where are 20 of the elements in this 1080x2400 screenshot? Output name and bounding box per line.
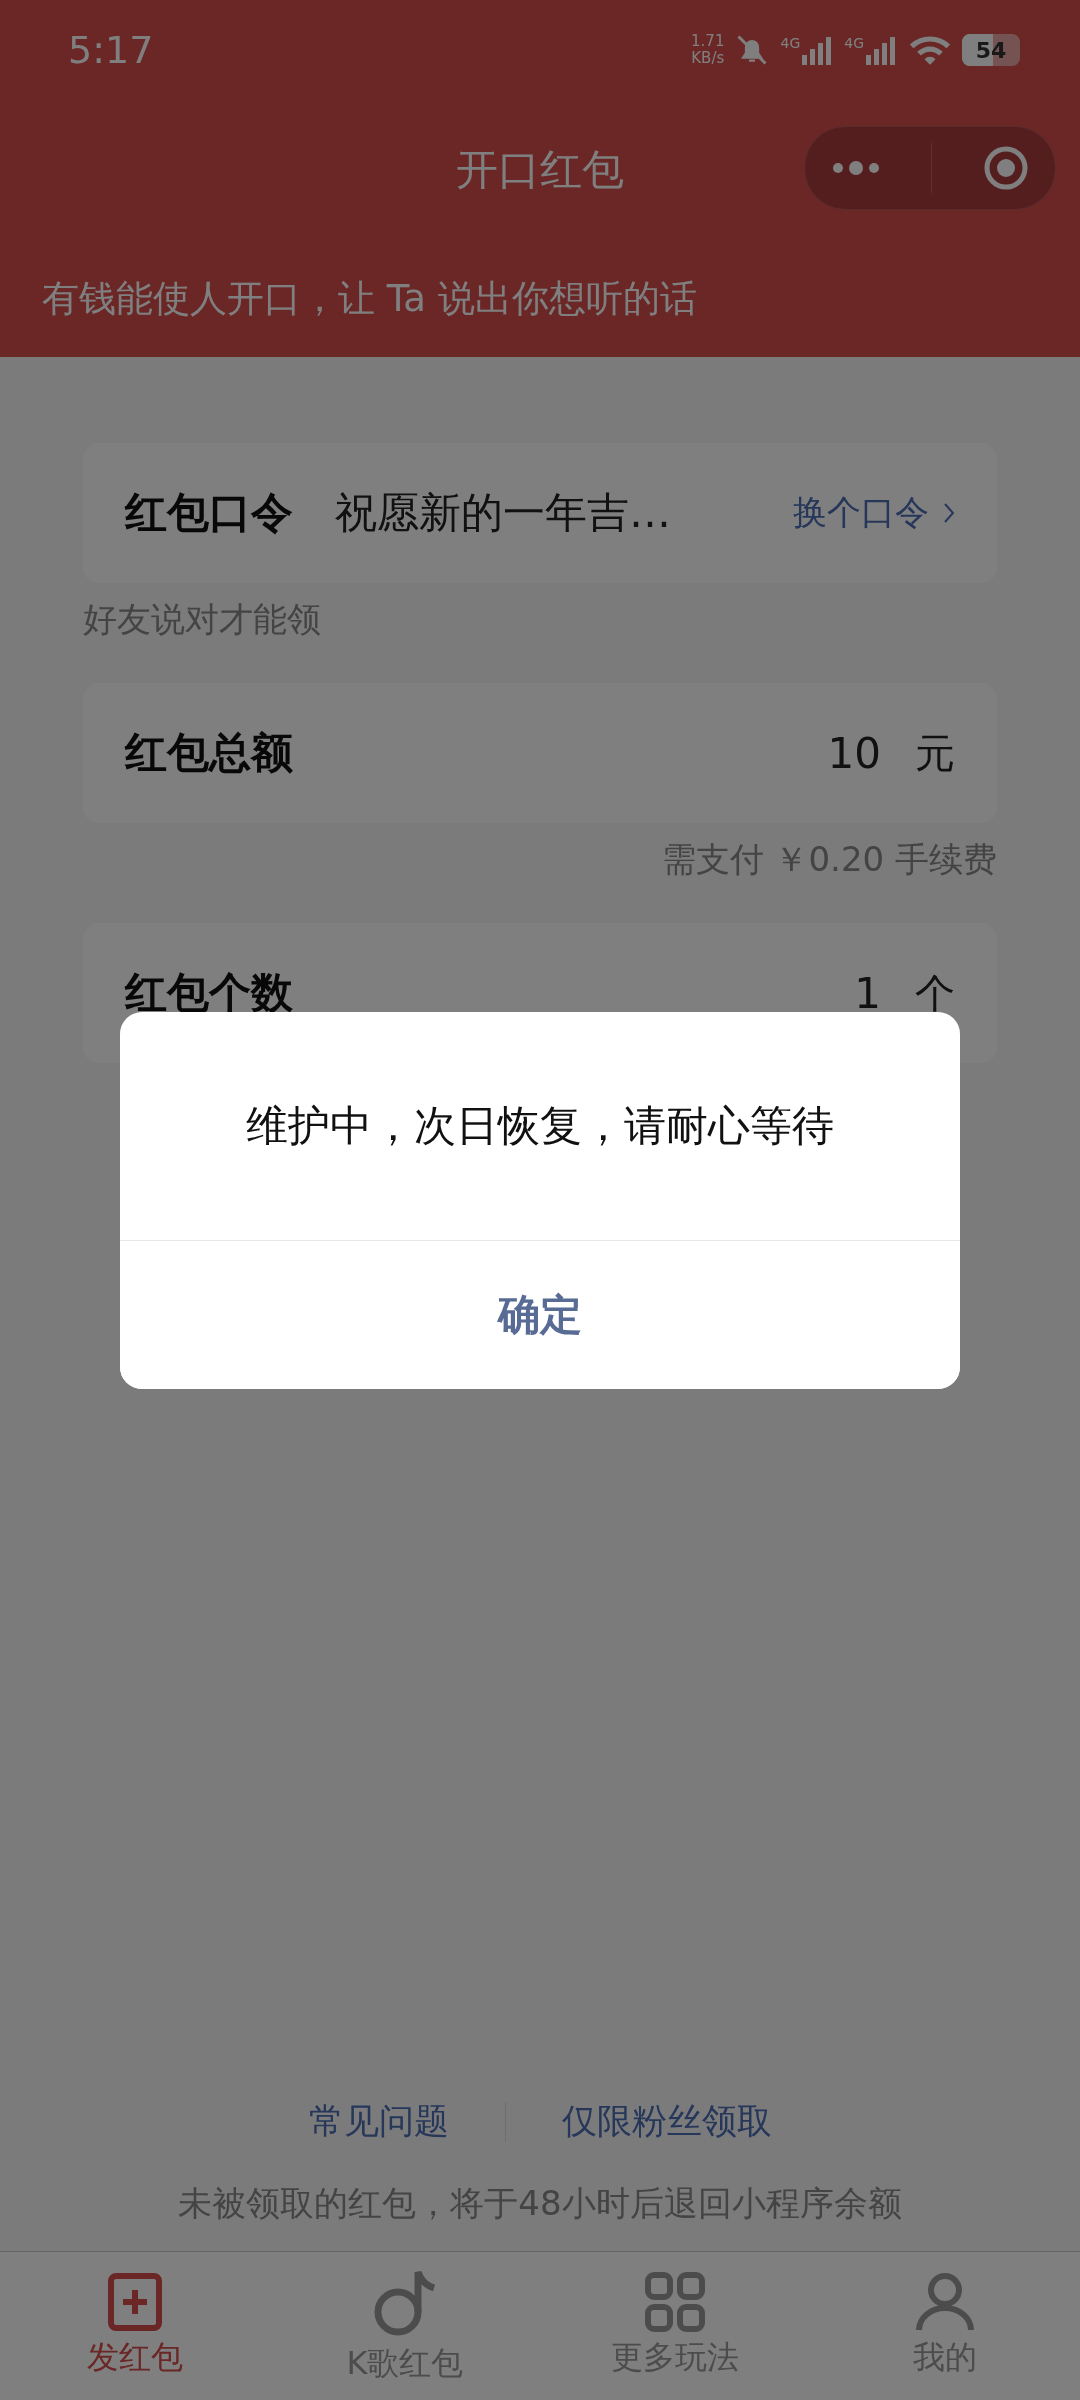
field-label: 红包总额 bbox=[125, 727, 293, 779]
field-label: 红包口令 bbox=[125, 487, 293, 539]
field-value[interactable]: 10 bbox=[827, 728, 881, 778]
tab-item[interactable]: 发红包 bbox=[0, 2252, 270, 2400]
fans-only-link[interactable]: 仅限粉丝领取 bbox=[561, 2098, 772, 2145]
field-value[interactable]: 祝愿新的一年吉… bbox=[335, 485, 779, 541]
page-title: 开口红包 bbox=[456, 144, 624, 196]
banner-text: 有钱能使人开口，让 Ta 说出你想听的话 bbox=[41, 275, 698, 322]
status-time: 5:17 bbox=[68, 28, 154, 72]
change-link[interactable]: 换个口令 bbox=[793, 490, 929, 536]
signal-indicator: 4G bbox=[844, 35, 898, 65]
chevron-icon bbox=[943, 502, 955, 524]
grid-icon bbox=[645, 2272, 705, 2332]
signal-indicator: 4G bbox=[780, 35, 835, 65]
wifi-icon bbox=[908, 33, 952, 67]
unit-label: 元 bbox=[915, 728, 955, 778]
network-speed: 1.71 KB/s bbox=[691, 33, 725, 67]
person-icon bbox=[915, 2272, 975, 2332]
add-icon bbox=[107, 2272, 163, 2332]
faq-link[interactable]: 常见问题 bbox=[308, 2098, 449, 2145]
